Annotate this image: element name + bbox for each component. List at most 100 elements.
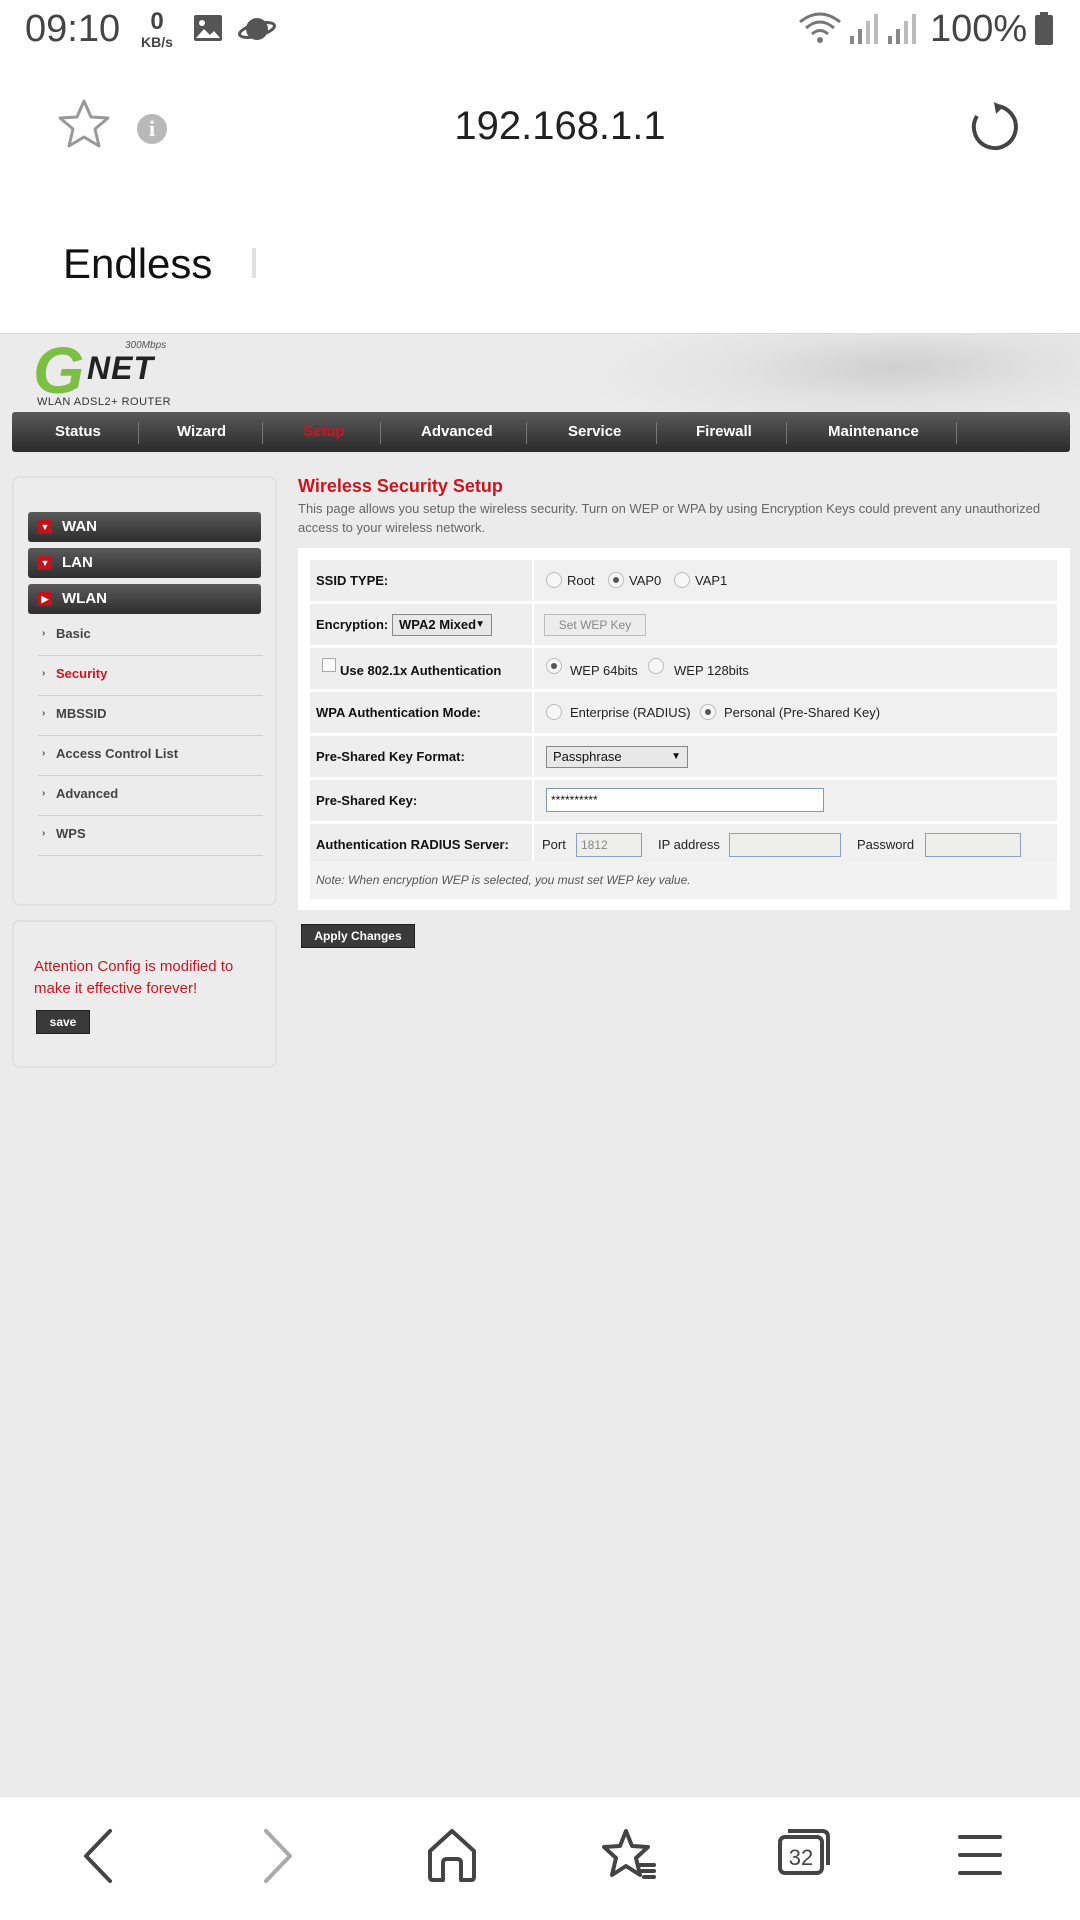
arrow-right-icon: › [42, 708, 46, 719]
tab-count: 32 [789, 1845, 813, 1870]
page-heading-text: Endless [63, 240, 213, 287]
signal-icon-2 [886, 12, 916, 51]
ssid-type-label: SSID TYPE: [310, 560, 534, 601]
status-time: 09:10 [25, 8, 121, 50]
security-form: SSID TYPE: Root VAP0 VAP1 Encryption: WP… [298, 548, 1070, 910]
row-wpa-mode: WPA Authentication Mode: Enterprise (RAD… [310, 692, 1057, 733]
nav-advanced[interactable]: Advanced [421, 412, 493, 452]
encryption-label: Encryption: [316, 617, 389, 632]
wifi-icon [798, 12, 842, 51]
radio-enterprise[interactable] [546, 704, 562, 720]
radio-wep64-label: WEP 64bits [570, 663, 638, 678]
header-swoosh [545, 334, 1080, 412]
radio-vap1[interactable] [674, 572, 690, 588]
bookmarks-icon[interactable] [600, 1827, 658, 1888]
forward-icon[interactable] [258, 1827, 298, 1890]
back-icon[interactable] [78, 1827, 118, 1890]
radius-port-input[interactable]: 1812 [576, 833, 642, 857]
tabs-icon[interactable]: 32 [776, 1827, 832, 1882]
arrow-right-icon: › [42, 788, 46, 799]
nav-firewall[interactable]: Firewall [696, 412, 752, 452]
reload-icon[interactable] [968, 100, 1022, 159]
page-description: This page allows you setup the wireless … [298, 501, 1041, 535]
arrow-right-icon: › [42, 628, 46, 639]
use-8021x-label: Use 802.1x Authentication [340, 663, 502, 678]
sidebar-group-wlan[interactable]: ▶ WLAN [28, 584, 261, 614]
radius-label: Authentication RADIUS Server: [310, 824, 534, 865]
signal-icon-1 [848, 12, 878, 51]
encryption-select[interactable]: WPA2 Mixed ▼ [392, 614, 492, 636]
radio-enterprise-label: Enterprise (RADIUS) [570, 705, 691, 720]
sidebar-group-lan[interactable]: ▼ LAN [28, 548, 261, 578]
router-header: G NET 300Mbps WLAN ADSL2+ ROUTER [0, 334, 1080, 412]
nav-maintenance[interactable]: Maintenance [828, 412, 919, 452]
radius-password-input[interactable] [925, 833, 1021, 857]
text-cursor [252, 248, 256, 278]
sidebar-item-advanced[interactable]: › Advanced [38, 776, 263, 816]
page-title: Wireless Security Setup [298, 476, 503, 496]
dropdown-arrow-icon: ▼ [475, 619, 485, 630]
radius-password-label: Password [857, 837, 915, 852]
nav-setup[interactable]: Setup [303, 412, 345, 452]
chevron-right-icon: ▶ [38, 592, 52, 606]
nav-status[interactable]: Status [55, 412, 101, 452]
psk-format-label: Pre-Shared Key Format: [310, 736, 534, 777]
save-button[interactable]: save [36, 1010, 90, 1034]
network-speed: 0 KB/s [141, 8, 173, 51]
sidebar-item-basic[interactable]: › Basic [38, 616, 263, 656]
use-8021x-checkbox[interactable] [322, 658, 336, 672]
home-icon[interactable] [425, 1827, 479, 1888]
radio-wep64[interactable] [546, 658, 562, 674]
set-wep-key-button[interactable]: Set WEP Key [544, 614, 646, 636]
radio-personal-label: Personal (Pre-Shared Key) [724, 705, 881, 720]
psk-label: Pre-Shared Key: [310, 780, 534, 821]
browser-bottom-nav: 32 [0, 1796, 1080, 1920]
apply-changes-button[interactable]: Apply Changes [301, 924, 415, 948]
url-bar[interactable]: 192.168.1.1 [0, 104, 1080, 149]
menu-icon[interactable] [956, 1827, 1004, 1888]
sidebar-item-security[interactable]: › Security [38, 656, 263, 696]
attention-panel: Attention Config is modified to make it … [12, 920, 277, 1068]
nav-service[interactable]: Service [568, 412, 621, 452]
nav-divider [262, 422, 263, 444]
chevron-down-icon: ▼ [38, 556, 52, 570]
nav-divider [380, 422, 381, 444]
battery-percent: 100% [930, 8, 1028, 50]
main-nav: Status Wizard Setup Advanced Service Fir… [12, 412, 1070, 452]
wpa-mode-label: WPA Authentication Mode: [310, 692, 534, 733]
sidebar-item-mbssid[interactable]: › MBSSID [38, 696, 263, 736]
gallery-icon [192, 12, 224, 49]
radio-root-label: Root [567, 573, 595, 588]
sidebar-item-acl[interactable]: › Access Control List [38, 736, 263, 776]
nav-wizard[interactable]: Wizard [177, 412, 226, 452]
radio-vap0[interactable] [608, 572, 624, 588]
radio-personal[interactable] [700, 704, 716, 720]
radio-vap1-label: VAP1 [695, 573, 728, 588]
radio-wep128[interactable] [648, 658, 664, 674]
nav-divider [138, 422, 139, 444]
browser-toolbar: i 192.168.1.1 Endless [0, 62, 1080, 334]
planet-icon [238, 12, 276, 51]
nav-divider [526, 422, 527, 444]
row-psk-format: Pre-Shared Key Format: Passphrase ▼ [310, 736, 1057, 777]
sidebar-group-wan[interactable]: ▼ WAN [28, 512, 261, 542]
radio-vap0-label: VAP0 [629, 573, 662, 588]
nav-divider [956, 422, 957, 444]
battery-icon [1034, 12, 1054, 51]
radio-wep128-label: WEP 128bits [674, 663, 749, 678]
nav-divider [656, 422, 657, 444]
radio-root[interactable] [546, 572, 562, 588]
sidebar: ▼ WAN ▼ LAN ▶ WLAN › Basic › Security › … [12, 476, 277, 906]
arrow-right-icon: › [42, 828, 46, 839]
psk-format-select[interactable]: Passphrase ▼ [546, 746, 688, 768]
status-bar: 09:10 0 KB/s 100% [0, 0, 1080, 62]
radius-port-label: Port [542, 837, 566, 852]
sidebar-item-wps[interactable]: › WPS [38, 816, 263, 856]
psk-input[interactable]: ********** [546, 788, 824, 812]
arrow-right-icon: › [42, 748, 46, 759]
gnet-logo: G NET 300Mbps WLAN ADSL2+ ROUTER [33, 334, 172, 408]
row-ssid-type: SSID TYPE: Root VAP0 VAP1 [310, 560, 1057, 601]
row-psk: Pre-Shared Key: ********** [310, 780, 1057, 821]
radius-ip-input[interactable] [729, 833, 841, 857]
dropdown-arrow-icon: ▼ [671, 751, 681, 762]
